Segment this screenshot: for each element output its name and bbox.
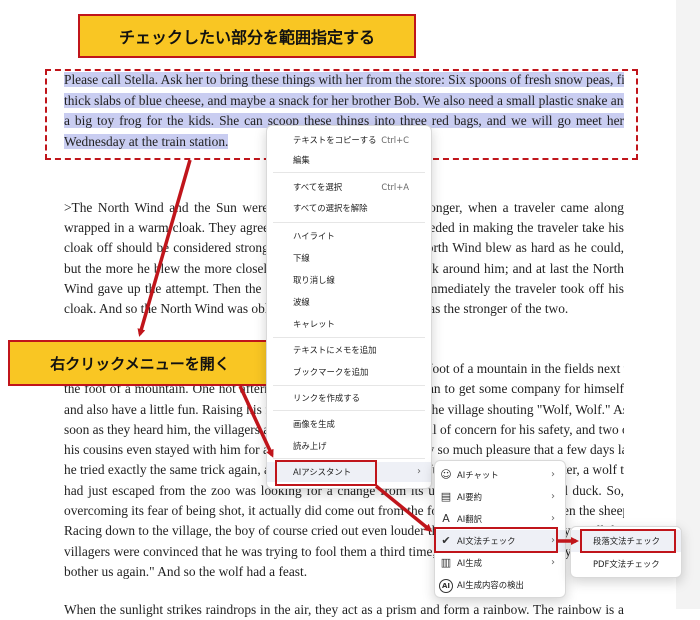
annotation-arrows — [137, 159, 579, 545]
arrow-to-menu-callout — [137, 159, 192, 337]
arrow-to-ai-grammar — [374, 484, 433, 532]
arrow-to-ai-assistant — [238, 385, 274, 458]
